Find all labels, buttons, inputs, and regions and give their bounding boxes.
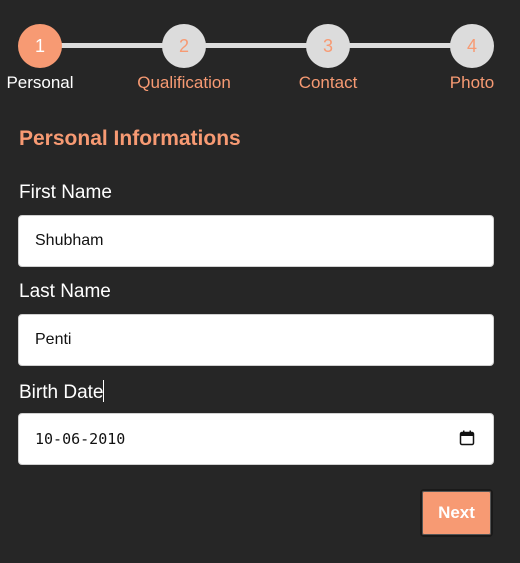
step-1-label: Personal — [6, 73, 74, 92]
step-2-number: 2 — [178, 35, 189, 56]
step-3-number: 3 — [322, 35, 333, 56]
step-1-circle[interactable]: 1 — [18, 24, 62, 68]
calendar-icon[interactable] — [459, 430, 475, 446]
step-3-circle[interactable]: 3 — [306, 24, 350, 68]
step-4-number: 4 — [466, 35, 477, 56]
first-name-label: First Name — [19, 182, 112, 203]
first-name-input[interactable]: Shubham — [18, 215, 494, 267]
last-name-input[interactable]: Penti — [18, 314, 494, 366]
birth-date-label: Birth Date — [19, 382, 104, 403]
section-title: Personal Informations — [19, 127, 241, 150]
last-name-value: Penti — [35, 331, 72, 348]
step-1-number: 1 — [34, 35, 45, 56]
first-name-value: Shubham — [35, 232, 104, 249]
progress-stepper: 1 2 3 4 Personal Qualification Contact P… — [0, 0, 520, 100]
text-caret — [103, 380, 105, 402]
last-name-label: Last Name — [19, 281, 111, 302]
birth-date-value: 10-06-2010 — [35, 430, 126, 448]
birth-date-input[interactable]: 10-06-2010 — [18, 413, 494, 465]
birth-date-label-row: Birth Date — [19, 380, 105, 404]
step-2-circle[interactable]: 2 — [162, 24, 206, 68]
stepper-track — [40, 43, 472, 48]
step-4-label: Photo — [449, 73, 495, 92]
step-2-label: Qualification — [137, 73, 231, 92]
step-4-circle[interactable]: 4 — [450, 24, 494, 68]
step-3-label: Contact — [298, 73, 358, 92]
next-button[interactable]: Next — [420, 489, 493, 537]
